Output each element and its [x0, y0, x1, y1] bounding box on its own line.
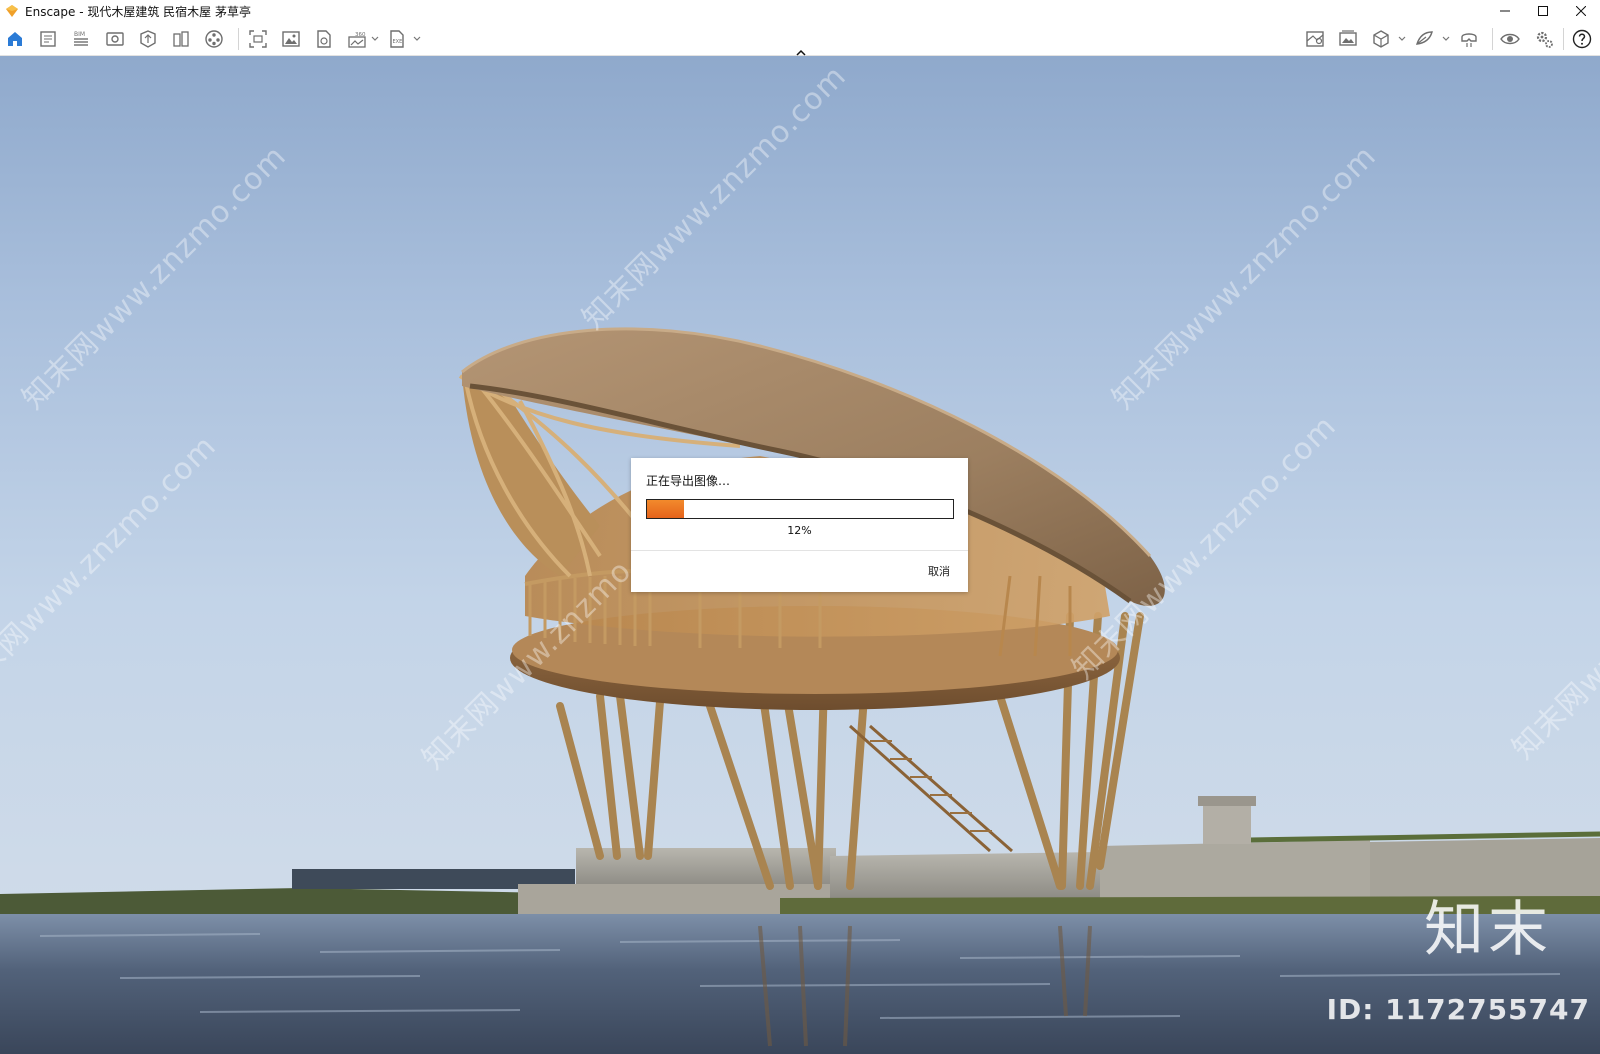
cube-button[interactable]: [1368, 27, 1394, 51]
title-bar: Enscape - 现代木屋建筑 民宿木屋 茅草亭: [0, 0, 1600, 22]
export-exe-icon: EXE: [390, 30, 404, 48]
watermark-brand: 知末: [1424, 895, 1552, 965]
export-progress-dialog: 正在导出图像… 12% 取消: [631, 458, 968, 592]
feedback-dropdown[interactable]: [1441, 32, 1451, 46]
web-standalone-icon: [317, 30, 331, 48]
dialog-divider: [631, 550, 968, 551]
chevron-down-icon: [371, 36, 379, 41]
svg-text:BIM: BIM: [74, 31, 85, 38]
batch-render-icon: [282, 31, 300, 47]
asset-library-button[interactable]: [135, 27, 161, 51]
chevron-down-icon: [413, 36, 421, 41]
web-standalone-button[interactable]: [311, 27, 337, 51]
watermark-id: ID: 1172755747: [1326, 993, 1590, 1026]
video-editor-icon: [205, 30, 223, 48]
gallery-icon: [1339, 30, 1357, 46]
sun-study-icon: [173, 31, 189, 47]
toolbar-divider: [1563, 28, 1564, 50]
chevron-down-icon: [1398, 36, 1406, 41]
asset-library-icon: [140, 30, 156, 48]
help-icon: [1572, 29, 1592, 49]
panorama-icon: 360: [348, 32, 366, 48]
settings-icon: [1536, 31, 1553, 48]
visual-settings-icon: [1500, 33, 1520, 45]
help-button[interactable]: [1569, 27, 1595, 51]
screenshot-icon: [249, 30, 267, 48]
vr-headset-button[interactable]: [1456, 27, 1482, 51]
dialog-title: 正在导出图像…: [646, 474, 731, 488]
minimize-button[interactable]: [1486, 0, 1524, 22]
maximize-icon: [1538, 6, 1548, 16]
visual-settings-button[interactable]: [1497, 27, 1523, 51]
cancel-button[interactable]: 取消: [928, 563, 950, 579]
cube-dropdown[interactable]: [1397, 32, 1407, 46]
panorama-button[interactable]: 360: [344, 27, 370, 51]
svg-text:EXE: EXE: [393, 39, 403, 45]
vr-headset-icon: [1461, 33, 1477, 47]
view-icon: [106, 32, 124, 46]
batch-render-button[interactable]: [278, 27, 304, 51]
maximize-button[interactable]: [1524, 0, 1562, 22]
feedback-icon: [1415, 31, 1433, 45]
panorama-dropdown[interactable]: [370, 32, 380, 46]
toolbar-divider: [238, 28, 239, 50]
window-controls: [1486, 0, 1600, 22]
close-button[interactable]: [1562, 0, 1600, 22]
enscape-logo-icon: [6, 5, 18, 17]
settings-button[interactable]: [1531, 27, 1557, 51]
bim-button[interactable]: BIM: [68, 27, 94, 51]
collapse-toolbar-button[interactable]: [793, 43, 809, 56]
progress-percent: 12%: [787, 524, 812, 537]
minimize-icon: [1500, 10, 1510, 12]
video-editor-button[interactable]: [201, 27, 227, 51]
close-icon: [1576, 6, 1586, 16]
export-progress-bar: [646, 499, 954, 519]
toolbar-divider: [1492, 28, 1493, 50]
bim-icon: BIM: [74, 31, 88, 46]
screenshot-button[interactable]: [245, 27, 271, 51]
home-icon: [8, 32, 22, 46]
view-button[interactable]: [102, 27, 128, 51]
window-title: Enscape - 现代木屋建筑 民宿木屋 茅草亭: [25, 4, 251, 19]
sun-study-button[interactable]: [168, 27, 194, 51]
export-dropdown[interactable]: [412, 32, 422, 46]
export-exe-button[interactable]: EXE: [384, 27, 410, 51]
map-icon: [1306, 31, 1324, 47]
cube-icon: [1373, 30, 1389, 48]
feedback-button[interactable]: [1411, 27, 1437, 51]
gallery-button[interactable]: [1335, 27, 1361, 51]
chevron-down-icon: [1442, 36, 1450, 41]
home-button[interactable]: [2, 27, 28, 51]
document-icon: [40, 31, 56, 47]
progress-fill: [647, 500, 684, 518]
document-button[interactable]: [35, 27, 61, 51]
map-button[interactable]: [1302, 27, 1328, 51]
